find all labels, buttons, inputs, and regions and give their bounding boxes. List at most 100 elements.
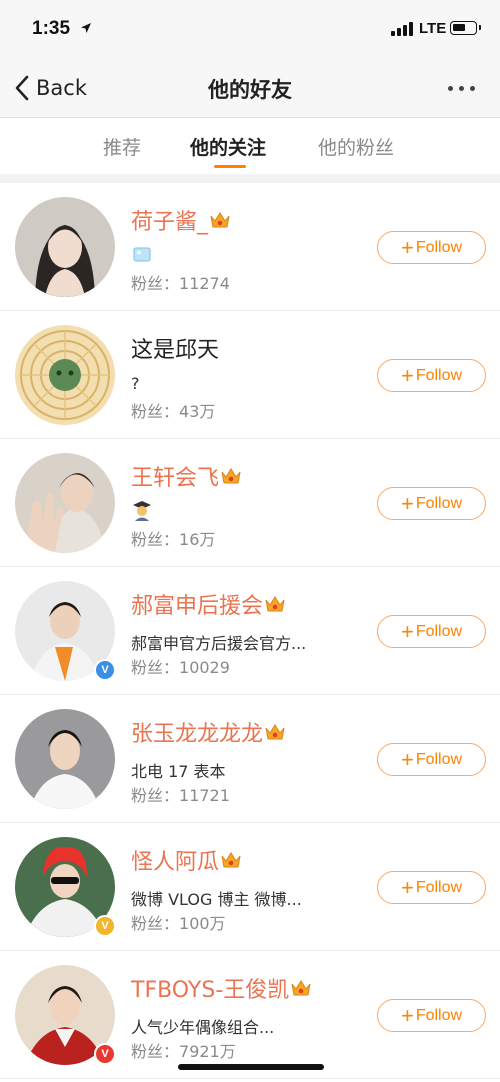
fans-count: 粉丝：10029	[131, 654, 230, 678]
vip-crown-icon	[210, 212, 230, 228]
fans-count: 粉丝：11274	[131, 270, 230, 294]
follow-button[interactable]: + Follow	[377, 871, 486, 904]
list-item[interactable]: 王轩会飞 粉丝：16万 + Follow	[0, 439, 500, 567]
user-description: 北电 17 表本	[131, 762, 226, 781]
follow-label: Follow	[415, 494, 463, 512]
plus-icon: +	[400, 746, 414, 772]
cellular-signal-icon	[391, 22, 413, 36]
list-item[interactable]: V 怪人阿瓜 微博 VLOG 博主 微博... 粉丝：100万 + Follow	[0, 823, 500, 951]
user-name[interactable]: 郝富申后援会	[131, 589, 286, 619]
vip-crown-icon	[291, 980, 311, 996]
user-list: 荷子酱_ 粉丝：11274 + Follow 这是邱天 ? 粉丝：43万 + F…	[0, 183, 500, 1079]
back-button[interactable]: Back	[12, 73, 87, 103]
user-name[interactable]: TFBOYS-王俊凯	[131, 973, 312, 1003]
status-time: 1:35	[32, 18, 71, 39]
tab-followers[interactable]: 他的粉丝	[318, 133, 394, 160]
follow-button[interactable]: + Follow	[377, 359, 486, 392]
vip-crown-icon	[221, 468, 241, 484]
plus-icon: +	[400, 874, 414, 900]
fans-value: 16万	[179, 530, 216, 549]
list-item[interactable]: 张玉龙龙龙龙 北电 17 表本 粉丝：11721 + Follow	[0, 695, 500, 823]
user-description: 郝富申官方后援会官方...	[131, 634, 307, 653]
verified-badge-icon: V	[94, 659, 116, 681]
follow-button[interactable]: + Follow	[377, 743, 486, 776]
fans-label: 粉丝：	[131, 1042, 180, 1061]
list-item[interactable]: 荷子酱_ 粉丝：11274 + Follow	[0, 183, 500, 311]
section-divider	[0, 174, 500, 183]
follow-button[interactable]: + Follow	[377, 231, 486, 264]
fans-value: 100万	[179, 914, 226, 933]
follow-button[interactable]: + Follow	[377, 615, 486, 648]
fans-count: 粉丝：11721	[131, 782, 230, 806]
user-name[interactable]: 王轩会飞	[131, 461, 242, 491]
plus-icon: +	[400, 490, 414, 516]
active-tab-indicator	[214, 165, 246, 168]
ellipsis-icon	[448, 86, 453, 91]
avatar[interactable]	[15, 197, 115, 297]
follow-label: Follow	[415, 366, 463, 384]
user-name-text: TFBOYS-王俊凯	[131, 978, 290, 1003]
user-name-text: 怪人阿瓜	[131, 850, 220, 875]
verified-badge-icon: V	[94, 1043, 116, 1065]
fans-count: 粉丝：43万	[131, 398, 215, 422]
fans-value: 11721	[179, 786, 230, 805]
user-description: 人气少年偶像组合...	[131, 1018, 275, 1037]
user-name-text: 郝富申后援会	[131, 594, 264, 619]
fans-value: 43万	[179, 402, 216, 421]
fans-label: 粉丝：	[131, 274, 180, 293]
location-arrow-icon	[81, 23, 91, 33]
fans-count: 粉丝：16万	[131, 526, 215, 550]
tab-recommended[interactable]: 推荐	[103, 133, 141, 160]
user-name-text: 张玉龙龙龙龙	[131, 722, 264, 747]
fans-value: 11274	[179, 274, 230, 293]
follow-label: Follow	[415, 1006, 463, 1024]
fans-label: 粉丝：	[131, 530, 180, 549]
tab-bar: 推荐 他的关注 他的粉丝	[0, 119, 500, 174]
user-name-text: 荷子酱_	[131, 210, 209, 235]
network-type: LTE	[419, 20, 447, 37]
vip-crown-icon	[265, 724, 285, 740]
vip-crown-icon	[265, 596, 285, 612]
user-description: ?	[131, 374, 140, 393]
user-description: 微博 VLOG 博主 微博...	[131, 890, 302, 909]
fans-label: 粉丝：	[131, 658, 180, 677]
avatar[interactable]	[15, 453, 115, 553]
list-item[interactable]: V 郝富申后援会 郝富申官方后援会官方... 粉丝：10029 + Follow	[0, 567, 500, 695]
user-name[interactable]: 怪人阿瓜	[131, 845, 242, 875]
home-indicator[interactable]	[178, 1064, 324, 1070]
user-name[interactable]: 张玉龙龙龙龙	[131, 717, 286, 747]
avatar[interactable]	[15, 325, 115, 425]
fans-value: 10029	[179, 658, 230, 677]
list-item[interactable]: V TFBOYS-王俊凯 人气少年偶像组合... 粉丝：7921万 + Foll…	[0, 951, 500, 1079]
status-bar: 1:35 LTE	[0, 0, 500, 58]
chevron-left-icon	[15, 75, 29, 101]
tab-following[interactable]: 他的关注	[190, 133, 266, 160]
follow-button[interactable]: + Follow	[377, 999, 486, 1032]
avatar[interactable]	[15, 709, 115, 809]
fans-label: 粉丝：	[131, 914, 180, 933]
fans-label: 粉丝：	[131, 786, 180, 805]
more-options-button[interactable]	[448, 86, 484, 94]
fans-count: 粉丝：7921万	[131, 1038, 236, 1062]
navigation-bar: Back 他的好友	[0, 58, 500, 118]
follow-label: Follow	[415, 622, 463, 640]
back-label: Back	[36, 76, 87, 100]
user-name-text: 这是邱天	[131, 338, 220, 363]
user-name[interactable]: 荷子酱_	[131, 205, 231, 235]
fans-value: 7921万	[179, 1042, 236, 1061]
user-name[interactable]: 这是邱天	[131, 333, 219, 363]
plus-icon: +	[400, 234, 414, 260]
follow-label: Follow	[415, 878, 463, 896]
vip-crown-icon	[221, 852, 241, 868]
list-item[interactable]: 这是邱天 ? 粉丝：43万 + Follow	[0, 311, 500, 439]
follow-label: Follow	[415, 750, 463, 768]
ice-cube-emoji-icon	[133, 247, 151, 262]
fans-count: 粉丝：100万	[131, 910, 226, 934]
follow-button[interactable]: + Follow	[377, 487, 486, 520]
plus-icon: +	[400, 362, 414, 388]
fans-label: 粉丝：	[131, 402, 180, 421]
student-emoji-icon	[133, 501, 151, 521]
verified-badge-icon: V	[94, 915, 116, 937]
user-name-text: 王轩会飞	[131, 466, 220, 491]
follow-label: Follow	[415, 238, 463, 256]
